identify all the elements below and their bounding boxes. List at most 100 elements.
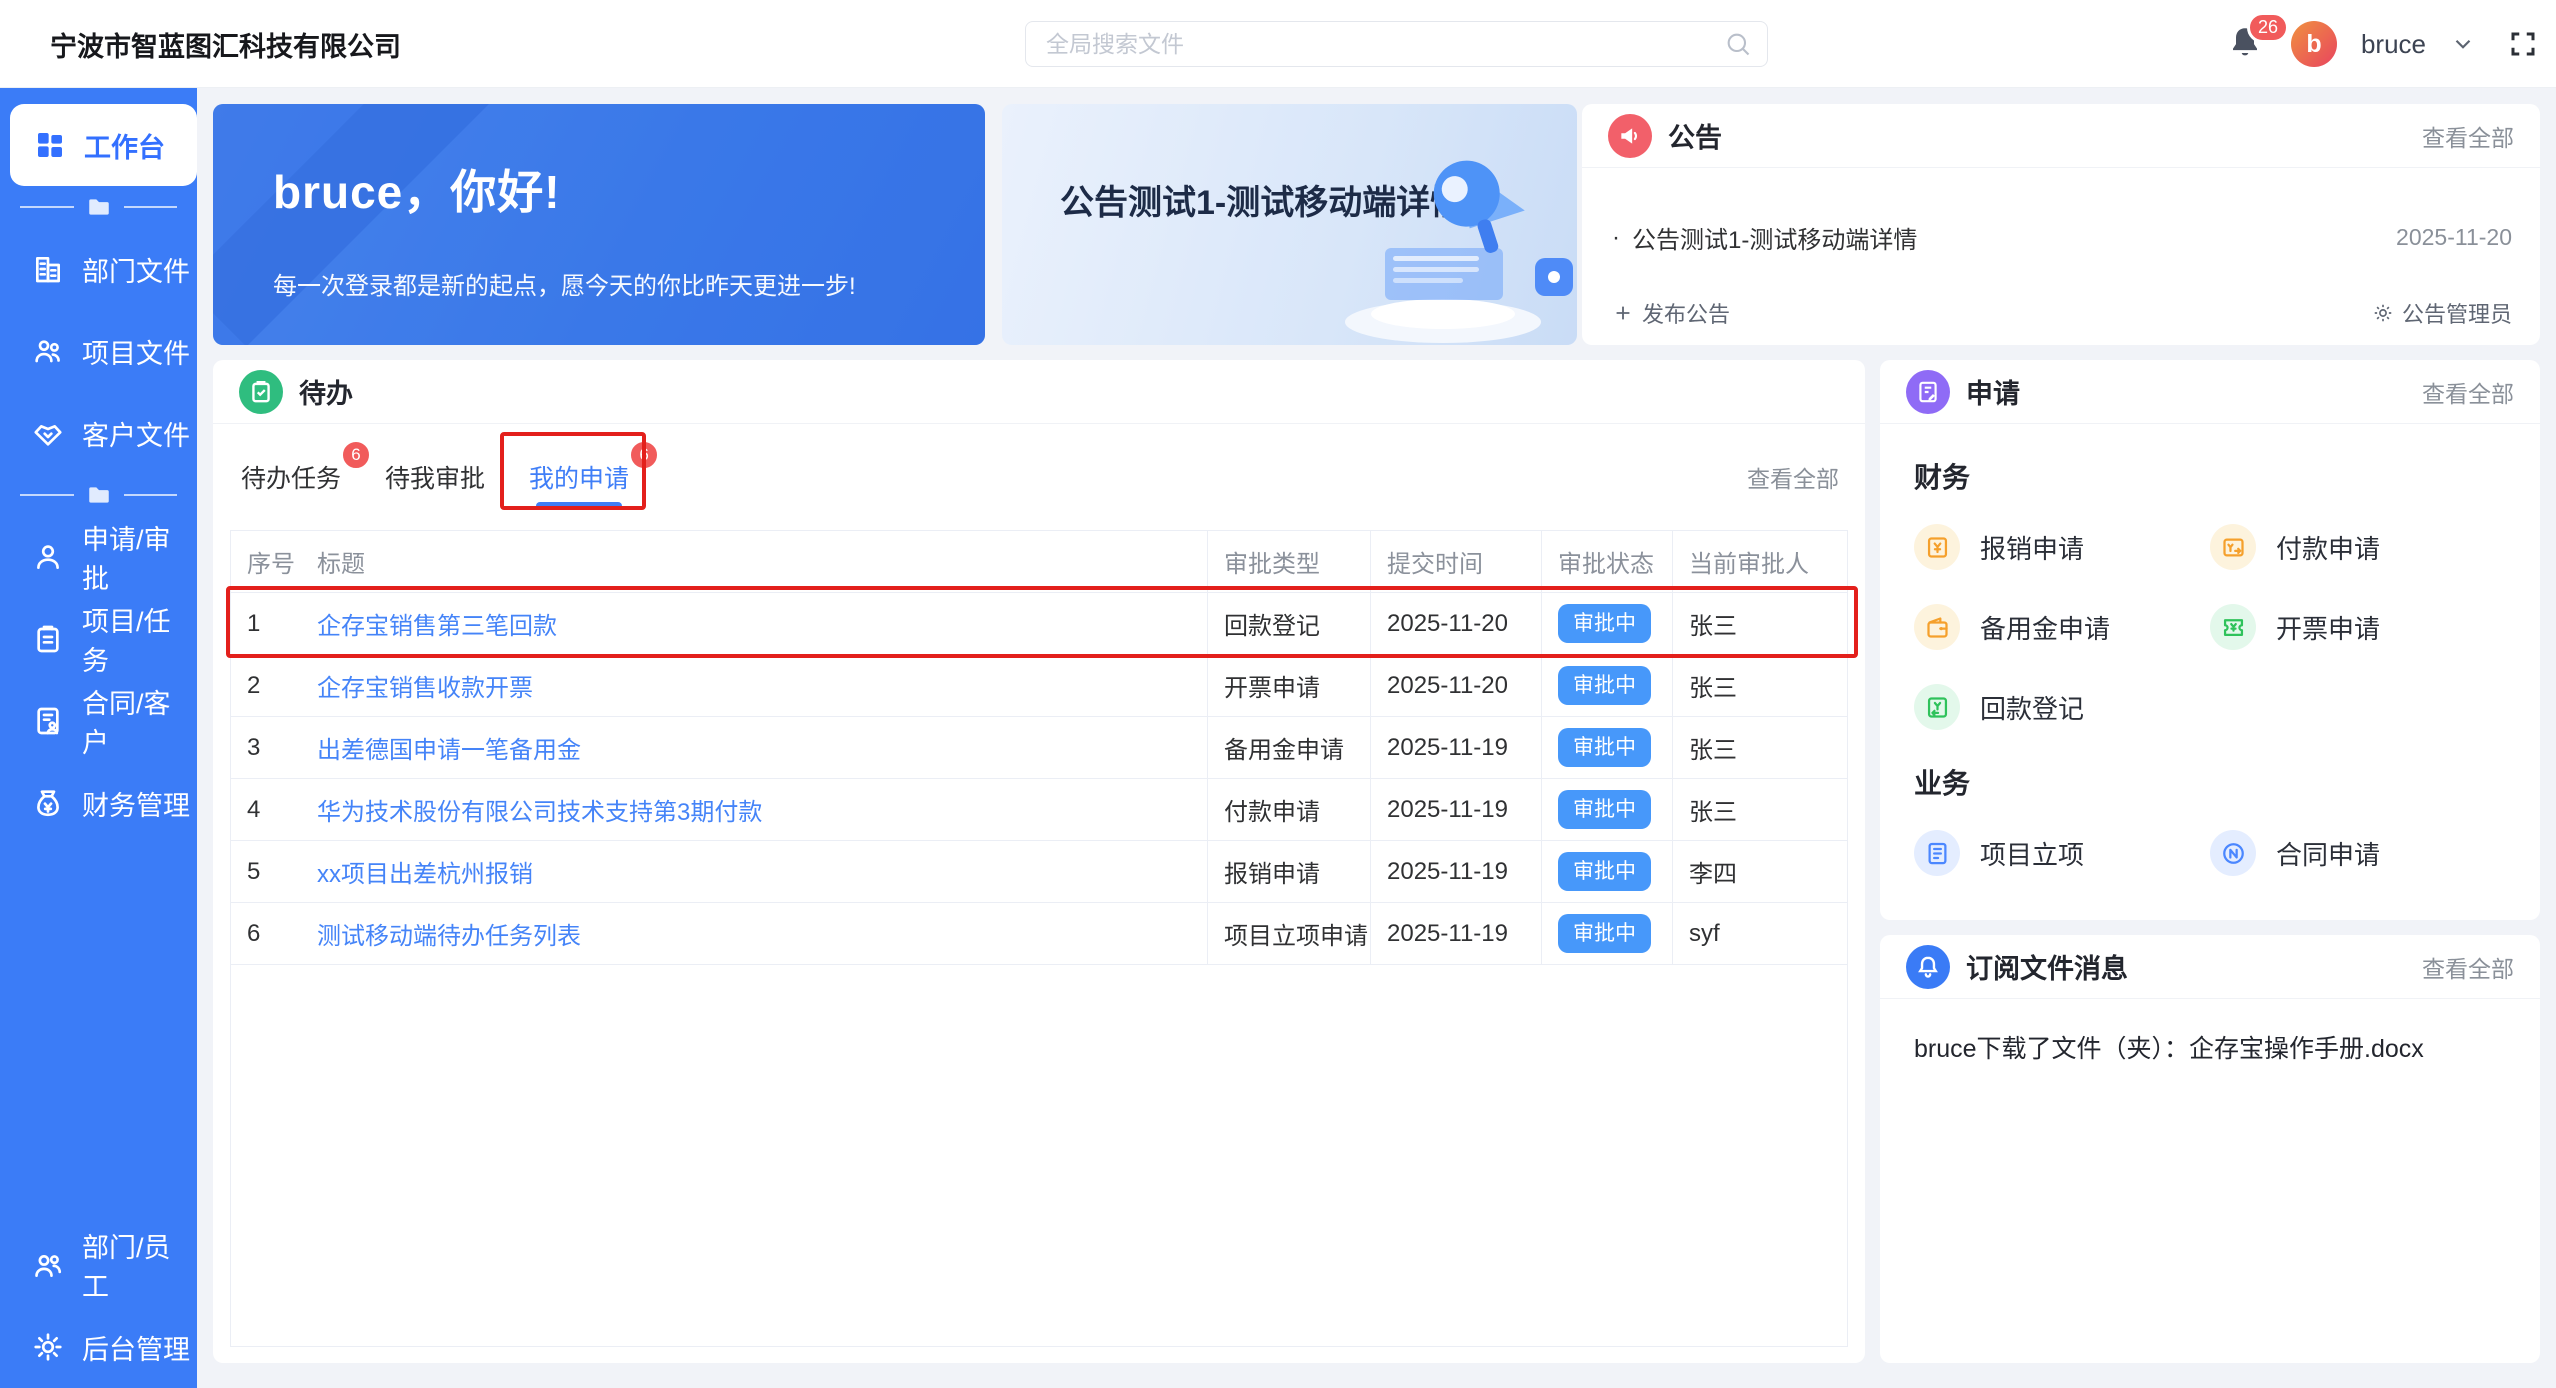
clipboard-check-icon — [239, 369, 283, 414]
cell-no: 2 — [247, 671, 261, 699]
username[interactable]: bruce — [2361, 29, 2426, 60]
contract-icon — [32, 705, 64, 737]
status-badge[interactable]: 审批中 — [1558, 604, 1651, 643]
notice-list: 公告测试1-测试移动端详情 2025-11-20 — [1582, 220, 2540, 255]
cell-date: 2025-11-19 — [1370, 841, 1541, 902]
cell-type: 付款申请 — [1207, 779, 1370, 840]
cell-title: 出差德国申请一笔备用金 — [301, 717, 1207, 778]
status-badge[interactable]: 审批中 — [1558, 852, 1651, 891]
moneybag-icon — [32, 787, 64, 819]
search-icon[interactable] — [1724, 30, 1752, 58]
apply-item-collection[interactable]: 回款登记 — [1914, 684, 2210, 730]
cell-date: 2025-11-20 — [1370, 593, 1541, 654]
table-header-cell: 标题 — [317, 551, 365, 578]
status-badge[interactable]: 审批中 — [1558, 790, 1651, 829]
cell-no: 4 — [247, 795, 261, 823]
sidebar-bottom-nav: 部门/员工后台管理 — [0, 1224, 197, 1388]
tab-label: 待办任务 — [241, 465, 342, 493]
sidebar-item-admin[interactable]: 后台管理 — [0, 1306, 197, 1388]
row-title-link[interactable]: 企存宝销售第三笔回款 — [317, 606, 557, 641]
sidebar-item-dept-files[interactable]: 部门文件 — [0, 228, 197, 310]
todo-panel-title: 待办 — [299, 379, 353, 409]
sidebar-item-dept-staff[interactable]: 部门/员工 — [0, 1224, 197, 1306]
sidebar-item-workbench[interactable]: 工作台 — [10, 104, 197, 186]
apply-item-invoice[interactable]: 开票申请 — [2210, 604, 2506, 650]
notice-item-text[interactable]: 公告测试1-测试移动端详情 — [1632, 220, 1917, 255]
company-name: 宁波市智蓝图汇科技有限公司 — [50, 31, 401, 62]
divider-line — [20, 206, 74, 208]
subscribe-view-all[interactable]: 查看全部 — [2422, 950, 2514, 984]
fullscreen-icon[interactable] — [2508, 29, 2538, 59]
apply-item-label: 付款申请 — [2276, 533, 2381, 564]
folder-icon — [86, 482, 112, 508]
sidebar-item-contract-customer[interactable]: 合同/客户 — [0, 680, 197, 762]
cell-type: 备用金申请 — [1207, 717, 1370, 778]
tab-await-my-approval[interactable]: 待我审批 — [383, 424, 487, 530]
cell-date: 2025-11-19 — [1370, 717, 1541, 778]
notification-bell-icon[interactable]: 26 — [2227, 12, 2289, 64]
row-title-link[interactable]: 企存宝销售收款开票 — [317, 668, 533, 703]
table-header-row: 序号 标题 审批类型 提交时间 审批状态 当前审批人 — [231, 531, 1847, 593]
cell-status: 审批中 — [1541, 903, 1672, 964]
sidebar-item-label: 客户文件 — [82, 420, 190, 451]
status-badge[interactable]: 审批中 — [1558, 666, 1651, 705]
cell-date: 2025-11-19 — [1370, 903, 1541, 964]
todo-panel: 待办 待办任务 6 待我审批 我的申请 6 查看全部 序号 标题 审批类型 提交时间 审批状态 当前… — [213, 360, 1865, 1363]
table-row-highlighted: 1 企存宝销售第三笔回款 回款登记 2025-11-20 审批中 张三 — [231, 593, 1847, 655]
apply-item-contract-apply[interactable]: 合同申请 — [2210, 830, 2506, 876]
tab-todo-tasks[interactable]: 待办任务 6 — [239, 424, 372, 530]
cell-approver: 李四 — [1672, 841, 1847, 902]
bell-icon — [1906, 944, 1950, 989]
publish-notice-button[interactable]: 发布公告 — [1612, 297, 1730, 329]
apply-item-expense[interactable]: 报销申请 — [1914, 524, 2210, 570]
notice-admin-button[interactable]: 公告管理员 — [2372, 297, 2512, 329]
row-title-link[interactable]: xx项目出差杭州报销 — [317, 854, 533, 889]
status-badge[interactable]: 审批中 — [1558, 914, 1651, 953]
table-header-cell: 审批状态 — [1541, 531, 1672, 592]
sidebar-item-project-files[interactable]: 项目文件 — [0, 310, 197, 392]
sidebar-item-finance-mgmt[interactable]: 财务管理 — [0, 762, 197, 844]
cell-status: 审批中 — [1541, 655, 1672, 716]
row-title-link[interactable]: 测试移动端待办任务列表 — [317, 916, 581, 951]
sidebar-item-customer-files[interactable]: 客户文件 — [0, 392, 197, 474]
folder-icon — [86, 194, 112, 220]
sidebar-item-apply-approve[interactable]: 申请/审批 — [0, 516, 197, 598]
announcement-card[interactable]: 公告测试1-测试移动端详情 — [1002, 104, 1577, 345]
apply-item-project-initiation[interactable]: 项目立项 — [1914, 830, 2210, 876]
sidebar-nav: 工作台部门文件 项目文件客户文件申请/审批 项目/任务 合同/客户 财务管理 — [0, 104, 197, 844]
notice-item: 公告测试1-测试移动端详情 2025-11-20 — [1612, 220, 2512, 255]
avatar[interactable]: b — [2290, 21, 2337, 67]
building-icon — [32, 253, 64, 285]
team-icon — [32, 335, 64, 367]
sidebar-section-divider — [0, 186, 197, 228]
apply-item-petty-cash[interactable]: 备用金申请 — [1914, 604, 2210, 650]
megaphone-icon — [1608, 113, 1652, 158]
apply-grid-business: 项目立项 合同申请 — [1914, 830, 2506, 876]
notice-panel-title: 公告 — [1668, 123, 1722, 153]
cell-approver: 张三 — [1672, 655, 1847, 716]
tab-my-applications[interactable]: 我的申请 6 — [527, 424, 660, 530]
receipt-yen-icon — [1914, 524, 1960, 570]
apply-item-payment[interactable]: 付款申请 — [2210, 524, 2506, 570]
doc-icon — [1914, 830, 1960, 876]
sidebar-item-label: 后台管理 — [82, 1334, 190, 1365]
row-title-link[interactable]: 华为技术股份有限公司技术支持第3期付款 — [317, 792, 762, 827]
table-row: 2 企存宝销售收款开票 开票申请 2025-11-20 审批中 张三 — [231, 655, 1847, 717]
chevron-down-icon[interactable] — [2450, 31, 2476, 57]
row-title-link[interactable]: 出差德国申请一笔备用金 — [317, 730, 581, 765]
sidebar-item-label: 工作台 — [84, 132, 165, 163]
search-input[interactable] — [1025, 21, 1768, 67]
status-badge[interactable]: 审批中 — [1558, 728, 1651, 767]
tab-count-badge: 6 — [629, 440, 660, 470]
users-icon — [32, 1249, 64, 1281]
apply-view-all[interactable]: 查看全部 — [2422, 375, 2514, 409]
grid-icon — [34, 129, 66, 161]
cell-title: 华为技术股份有限公司技术支持第3期付款 — [301, 779, 1207, 840]
cell-title: 测试移动端待办任务列表 — [301, 903, 1207, 964]
sidebar-item-project-task[interactable]: 项目/任务 — [0, 598, 197, 680]
tab-label: 我的申请 — [529, 465, 630, 493]
table-header-cell: 当前审批人 — [1672, 531, 1847, 592]
todo-view-all[interactable]: 查看全部 — [1747, 460, 1839, 494]
divider-line — [123, 206, 177, 208]
notice-view-all[interactable]: 查看全部 — [2422, 119, 2514, 153]
